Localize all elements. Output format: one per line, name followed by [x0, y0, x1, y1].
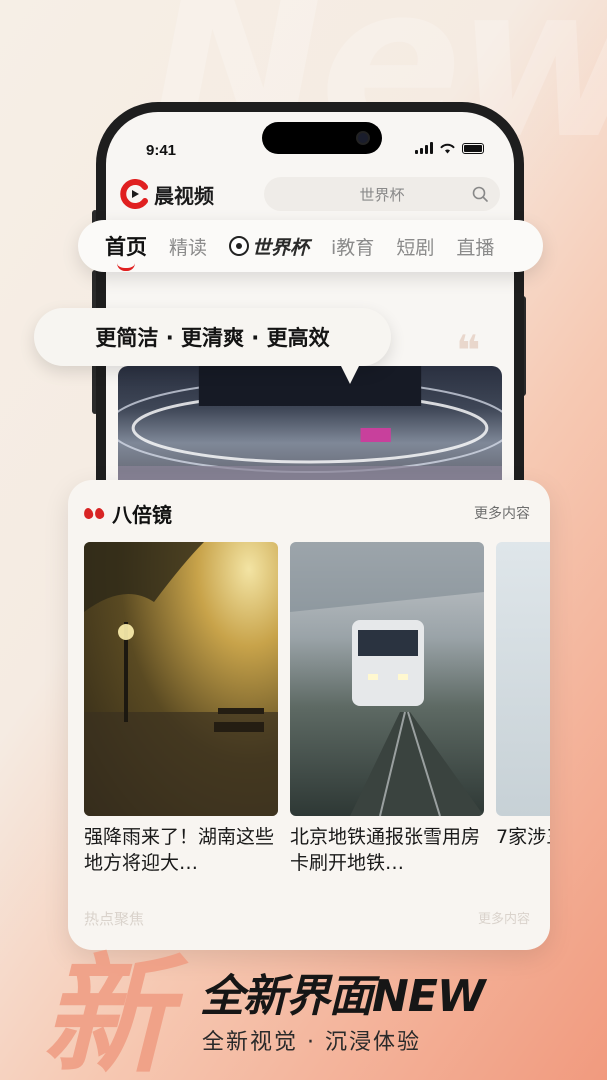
- video-title[interactable]: 强降雨来了！湖南这些地方将迎大…: [84, 824, 278, 876]
- app-brand-name: 晨视频: [154, 183, 214, 208]
- tab-world-cup[interactable]: 世界杯: [229, 233, 309, 260]
- tab-label: 首页: [105, 235, 147, 259]
- video-item[interactable]: 强降雨来了！湖南这些地方将迎大…: [84, 542, 278, 876]
- tab-education[interactable]: i教育: [331, 233, 374, 260]
- search-bar[interactable]: 世界杯: [264, 177, 500, 211]
- channel-tabs: 首页 精读 世界杯 i教育 短剧 直播: [78, 220, 543, 272]
- next-section-more: 更多内容: [477, 912, 530, 927]
- search-icon[interactable]: [472, 186, 488, 202]
- promo-big-character: 新: [42, 942, 170, 1080]
- content-card: 八倍镜 更多内容 强降雨来了！湖南这些地方将迎大… 北京地铁通报张雪用房卡刷开地…: [68, 480, 550, 950]
- wifi-icon: [440, 143, 455, 154]
- rainy-park-illustration: [84, 542, 278, 816]
- tab-live[interactable]: 直播: [456, 233, 494, 260]
- active-tab-indicator: [117, 263, 135, 271]
- app-header: 晨视频 世界杯: [120, 174, 500, 214]
- card-header: 八倍镜 更多内容: [82, 498, 530, 528]
- cellular-signal-icon: [415, 142, 433, 154]
- subway-illustration: [290, 542, 484, 816]
- search-placeholder: 世界杯: [359, 185, 405, 204]
- card-title: 八倍镜: [112, 502, 172, 527]
- status-bar: 9:41: [146, 140, 484, 160]
- tab-short-drama[interactable]: 短剧: [396, 233, 434, 260]
- tab-label: 世界杯: [252, 236, 310, 259]
- video-list: 强降雨来了！湖南这些地方将迎大… 北京地铁通报张雪用房卡刷开地铁… 7家涉三方: [84, 542, 550, 876]
- quote-mark-icon: ❝: [456, 326, 481, 375]
- video-thumbnail-map[interactable]: [496, 542, 550, 816]
- promo-subline: 全新视觉 · 沉浸体验: [202, 1030, 421, 1055]
- video-title[interactable]: 北京地铁通报张雪用房卡刷开地铁…: [290, 824, 484, 876]
- video-title[interactable]: 7家涉三方: [496, 824, 550, 876]
- status-time: 9:41: [146, 142, 177, 159]
- soccer-ball-icon: [229, 236, 250, 256]
- more-content-link[interactable]: 更多内容: [474, 503, 530, 523]
- app-logo-icon: [120, 179, 148, 209]
- tab-featured-reading[interactable]: 精读: [169, 233, 207, 260]
- battery-icon: [462, 142, 484, 154]
- promo-headline: 全新界面NEW: [200, 971, 485, 1022]
- feature-bubble: 更简洁 · 更清爽 · 更高效: [34, 308, 391, 366]
- bubble-tail: [338, 360, 362, 384]
- video-item[interactable]: 北京地铁通报张雪用房卡刷开地铁…: [290, 542, 484, 876]
- video-item[interactable]: 7家涉三方: [496, 542, 550, 876]
- video-thumbnail-rainy-park[interactable]: [84, 542, 278, 816]
- tab-home[interactable]: 首页: [105, 231, 147, 271]
- video-thumbnail-subway[interactable]: [290, 542, 484, 816]
- section-quote-icon: [82, 506, 106, 520]
